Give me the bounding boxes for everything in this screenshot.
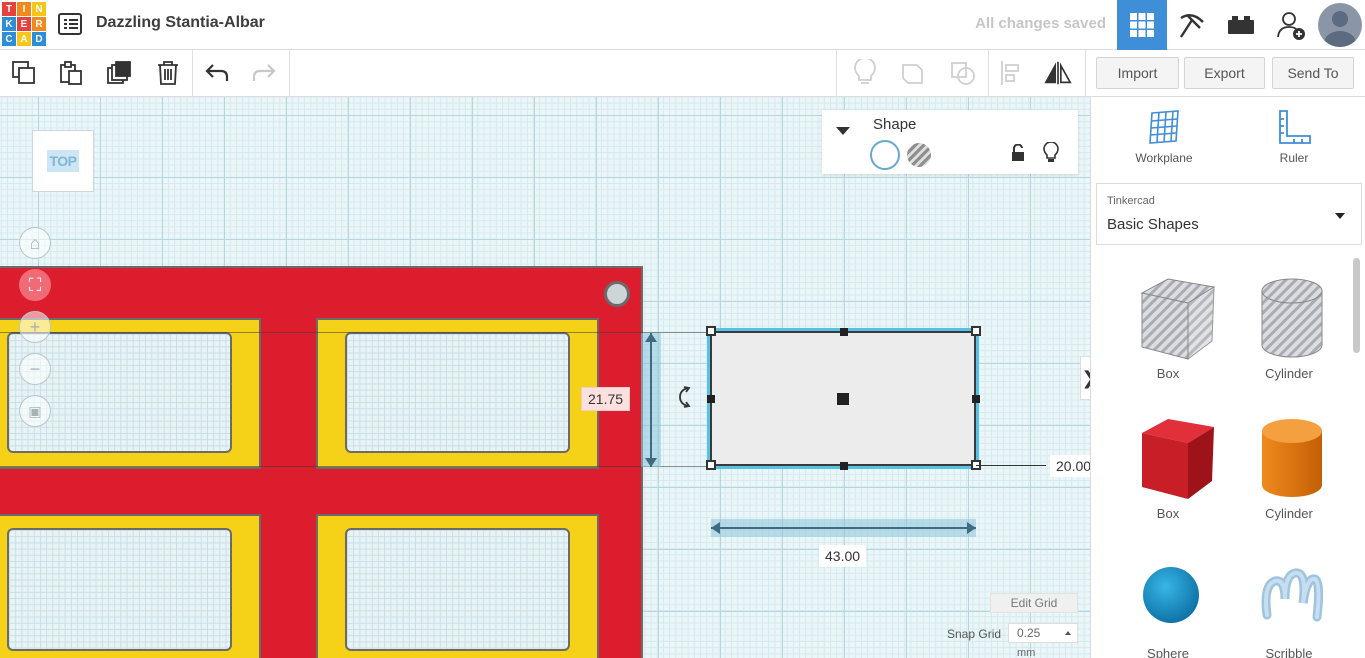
document-title[interactable]: Dazzling Stantia-Albar (96, 14, 265, 32)
shape-item-scribble[interactable]: Scribble (1229, 537, 1349, 658)
save-status: All changes saved (975, 15, 1106, 32)
notes-bulb-icon[interactable] (850, 58, 880, 88)
pickaxe-icon[interactable] (1167, 0, 1217, 50)
edit-toolbar: Import Export Send To (0, 50, 1365, 97)
shape-inspector-title: Shape (873, 116, 917, 133)
cylinder-hole-icon (1261, 278, 1323, 358)
snap-grid-unit: mm (1017, 647, 1036, 658)
paste-icon[interactable] (56, 58, 86, 88)
guide-line (0, 466, 710, 467)
height-dimension-bar (641, 333, 661, 467)
side-dimension-value[interactable]: 20.00 (1050, 455, 1090, 477)
width-dimension-bar (711, 519, 976, 537)
shape-item-box-hole[interactable]: Box (1108, 257, 1228, 387)
shape-item-sphere[interactable]: Sphere (1108, 537, 1228, 658)
shapes-panel: Workplane Ruler Tinkercad Basic Shapes B… (1090, 97, 1365, 658)
frame-window (345, 332, 570, 453)
fit-view-icon[interactable]: ⛶ (19, 269, 51, 301)
edit-grid-button[interactable]: Edit Grid (990, 593, 1078, 613)
frame-window (345, 528, 570, 651)
export-button[interactable]: Export (1184, 57, 1265, 89)
bricks-icon[interactable] (1216, 0, 1266, 50)
cylinder-solid-icon (1262, 419, 1322, 497)
view-cube-label: TOP (47, 150, 79, 172)
grid-view-icon[interactable] (1117, 0, 1167, 50)
lock-icon[interactable] (1010, 143, 1026, 167)
visibility-bulb-icon[interactable] (1043, 141, 1059, 169)
guide-line (0, 332, 710, 333)
shape-item-cylinder-hole[interactable]: Cylinder (1229, 257, 1349, 387)
corner-handle[interactable] (706, 460, 716, 470)
logo-letter: E (17, 17, 31, 31)
ungroup-icon[interactable] (948, 58, 978, 88)
zoom-in-icon[interactable]: + (19, 311, 51, 343)
duplicate-icon[interactable] (104, 58, 134, 88)
copy-icon[interactable] (9, 58, 39, 88)
logo-letter: D (32, 32, 46, 46)
ruler-icon (1279, 110, 1311, 144)
add-user-icon[interactable] (1266, 0, 1316, 50)
workplane-tool[interactable]: Workplane (1114, 109, 1214, 165)
rotate-handle-icon[interactable] (674, 385, 698, 409)
box-hole-icon (1140, 278, 1216, 360)
group-icon[interactable] (899, 58, 929, 88)
sphere-icon (1143, 567, 1199, 623)
solid-option[interactable] (870, 140, 900, 170)
snap-grid-select[interactable]: 0.25 (1008, 623, 1078, 643)
shape-grid: Box Cylinder Box Cylinder Sphere Scribbl… (1096, 257, 1356, 658)
user-avatar[interactable] (1315, 0, 1365, 50)
workplane-icon (1149, 110, 1179, 144)
logo-letter: N (32, 2, 46, 16)
logo-letter: C (2, 32, 16, 46)
send-to-button[interactable]: Send To (1272, 57, 1354, 89)
zoom-out-icon[interactable]: − (19, 353, 51, 385)
corner-handle[interactable] (971, 326, 981, 336)
dimension-leader (976, 465, 1046, 466)
view-cube[interactable]: TOP (32, 130, 94, 192)
home-view-icon[interactable]: ⌂ (19, 227, 51, 259)
shapes-scrollbar[interactable] (1353, 258, 1360, 353)
frame-window (7, 528, 232, 651)
ruler-tool[interactable]: Ruler (1244, 109, 1344, 165)
top-bar: TIN KER CAD Dazzling Stantia-Albar All cha… (0, 0, 1365, 50)
delete-icon[interactable] (153, 58, 183, 88)
logo-letter: A (17, 32, 31, 46)
logo-letter: I (17, 2, 31, 16)
library-vendor: Tinkercad (1107, 195, 1155, 207)
frame-window (7, 332, 232, 453)
center-handle[interactable] (837, 393, 849, 405)
mirror-icon[interactable] (1043, 58, 1073, 88)
import-button[interactable]: Import (1096, 57, 1179, 89)
scribble-icon (1261, 568, 1324, 622)
shape-item-cylinder-solid[interactable]: Cylinder (1229, 397, 1349, 527)
hole-option[interactable] (907, 143, 931, 167)
perspective-icon[interactable]: ▣ (19, 395, 51, 427)
library-name: Basic Shapes (1107, 216, 1199, 233)
width-dimension-value[interactable]: 43.00 (819, 545, 867, 567)
undo-icon[interactable] (202, 58, 232, 88)
logo-letter: T (2, 2, 16, 16)
shape-item-box-solid[interactable]: Box (1108, 397, 1228, 527)
shape-inspector: Shape (822, 110, 1078, 174)
tinkercad-logo[interactable]: TIN KER CAD (2, 2, 46, 46)
edge-handle[interactable] (972, 395, 980, 403)
align-icon[interactable] (996, 58, 1026, 88)
logo-letter: K (2, 17, 16, 31)
corner-handle[interactable] (706, 326, 716, 336)
hole-object[interactable] (604, 281, 630, 307)
collapse-caret-icon[interactable] (836, 127, 850, 135)
box-solid-icon (1142, 419, 1214, 499)
snap-grid-label: Snap Grid (947, 627, 1002, 641)
edge-handle[interactable] (707, 395, 715, 403)
design-menu-icon[interactable] (58, 13, 82, 35)
shape-library-select[interactable]: Tinkercad Basic Shapes (1096, 183, 1362, 245)
edge-handle[interactable] (840, 462, 848, 470)
workplane-canvas[interactable]: TOP ⌂ ⛶ + − ▣ 21.75 20.00 43.00 Shape Ed… (0, 97, 1090, 658)
redo-icon[interactable] (249, 58, 279, 88)
height-dimension-value[interactable]: 21.75 (581, 387, 631, 411)
edge-handle[interactable] (840, 328, 848, 336)
chevron-down-icon (1335, 213, 1345, 219)
logo-letter: R (32, 17, 46, 31)
